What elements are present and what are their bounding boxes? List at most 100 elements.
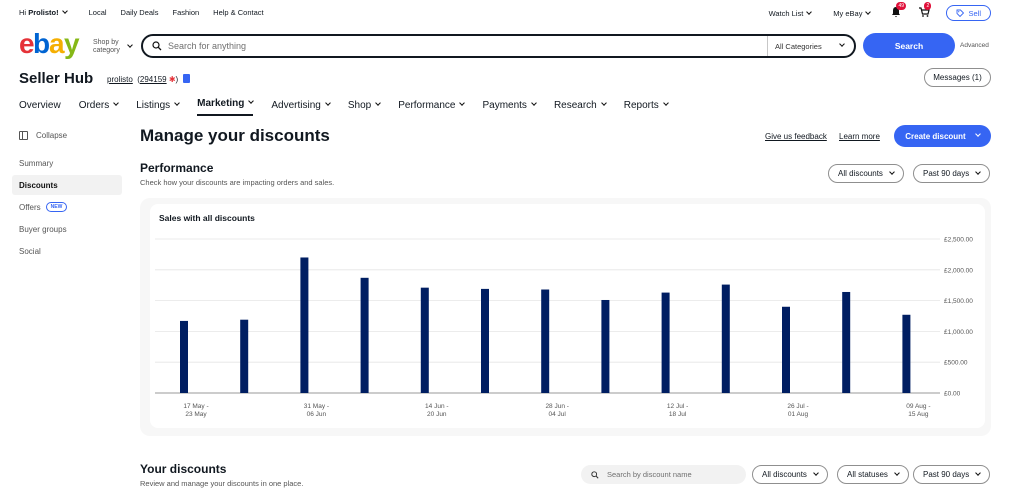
advanced-search-link[interactable]: Advanced	[960, 42, 989, 49]
collapse-sidebar-button[interactable]: Collapse	[19, 131, 67, 140]
sidebar-item-discounts[interactable]: Discounts	[12, 175, 122, 195]
period-filter-label: Past 90 days	[923, 169, 970, 178]
y-tick-label: £1,000.00	[944, 329, 973, 336]
performance-subtitle: Check how your discounts are impacting o…	[140, 178, 335, 187]
chevron-down-icon	[813, 469, 819, 476]
notifications-button[interactable]: 49	[890, 2, 907, 20]
bar	[360, 277, 369, 393]
my-ebay-menu[interactable]: My eBay	[833, 8, 872, 18]
period-filter-dropdown[interactable]: Past 90 days	[913, 164, 991, 183]
messages-button[interactable]: Messages (1)	[924, 68, 991, 87]
nav-reports[interactable]: Reports	[623, 98, 669, 112]
shop-by-line1: Shop by	[93, 39, 119, 46]
sidebar-item-label: Buyer groups	[19, 224, 67, 234]
nav-label: Payments	[482, 99, 527, 111]
link-daily-deals[interactable]: Daily Deals	[121, 8, 159, 17]
nav-orders[interactable]: Orders	[78, 98, 120, 112]
discounts-period-filter-label: Past 90 days	[923, 470, 970, 479]
sidebar-item-social[interactable]: Social	[12, 241, 122, 261]
nav-listings[interactable]: Listings	[136, 98, 180, 112]
svg-text:e: e	[19, 30, 34, 59]
sidebar-item-summary[interactable]: Summary	[12, 153, 122, 173]
chevron-down-icon	[839, 41, 845, 47]
link-help-contact[interactable]: Help & Contact	[213, 8, 263, 17]
feedback-score[interactable]: 294159	[140, 75, 167, 84]
bar	[902, 314, 911, 393]
new-badge: NEW	[45, 202, 68, 212]
chevron-down-icon	[113, 100, 120, 106]
nav-shop[interactable]: Shop	[348, 98, 382, 112]
discount-search-input[interactable]: Search by discount name	[581, 465, 746, 484]
nav-label: Reports	[623, 99, 659, 111]
x-tick-label: 12 Jul -	[667, 403, 688, 410]
search-button[interactable]: Search	[863, 33, 955, 58]
nav-label: Listings	[136, 99, 171, 111]
greeting-name: Prolisto!	[28, 8, 59, 17]
x-tick-label: 18 Jul	[669, 411, 687, 418]
chevron-down-icon	[806, 8, 813, 15]
bar	[420, 287, 429, 393]
bar	[240, 319, 249, 393]
sidebar-item-offers[interactable]: Offers NEW	[12, 197, 122, 217]
sidebar-item-label: Summary	[19, 158, 54, 168]
x-tick-label: 01 Aug	[788, 411, 809, 418]
bar	[481, 288, 489, 393]
seller-info: prolisto (294159 ✱)	[107, 74, 191, 84]
chevron-down-icon	[375, 100, 382, 106]
search-input[interactable]: Search for anything	[168, 41, 767, 51]
sidebar-item-buyer-groups[interactable]: Buyer groups	[12, 219, 122, 239]
greeting-prefix: Hi	[19, 8, 27, 17]
bar	[842, 291, 851, 393]
create-discount-label: Create discount	[905, 131, 966, 141]
discount-filter-dropdown[interactable]: All discounts	[828, 164, 904, 183]
link-local[interactable]: Local	[89, 8, 107, 17]
x-tick-label: 09 Aug -	[906, 403, 930, 410]
bar	[601, 299, 610, 393]
chevron-down-icon	[894, 469, 900, 476]
watch-list-label: Watch List	[768, 8, 804, 18]
nav-label: Orders	[78, 99, 110, 111]
discount-filter-label: All discounts	[838, 169, 883, 178]
watch-list-menu[interactable]: Watch List	[768, 8, 813, 18]
sidebar-item-label: Offers	[19, 202, 41, 212]
x-tick-label: 26 Jul -	[787, 403, 808, 410]
nav-label: Performance	[398, 99, 456, 111]
x-tick-label: 15 Aug	[908, 411, 929, 418]
discounts-period-filter-dropdown[interactable]: Past 90 days	[913, 465, 991, 484]
chevron-down-icon	[127, 42, 133, 48]
sales-bar-chart: £0.00 £500.00 £1,000.00 £1,500.00 £2,000.00 £…	[155, 237, 973, 418]
my-ebay-label: My eBay	[833, 8, 863, 18]
chevron-down-icon	[975, 469, 982, 476]
svg-text:y: y	[64, 30, 80, 59]
discount-type-filter-dropdown[interactable]: All discounts	[752, 465, 828, 484]
chevron-down-icon	[889, 168, 895, 175]
nav-marketing[interactable]: Marketing	[197, 98, 255, 116]
nav-overview[interactable]: Overview	[19, 98, 61, 112]
seller-username[interactable]: prolisto	[107, 75, 133, 84]
search-icon	[591, 470, 599, 479]
sell-button[interactable]: Sell	[946, 5, 991, 21]
give-feedback-link[interactable]: Give us feedback	[765, 132, 827, 141]
ebay-logo[interactable]: e b a y	[19, 30, 85, 60]
link-fashion[interactable]: Fashion	[172, 8, 199, 17]
nav-payments[interactable]: Payments	[482, 98, 537, 112]
bar	[782, 306, 790, 393]
category-select[interactable]: All Categories	[768, 41, 854, 51]
learn-more-link[interactable]: Learn more	[839, 132, 880, 141]
shop-by-category-button[interactable]: Shop by category	[93, 39, 120, 55]
chevron-down-icon	[61, 8, 68, 14]
nav-advertising[interactable]: Advertising	[271, 98, 331, 112]
y-tick-label: £1,500.00	[944, 298, 973, 305]
cart-button[interactable]: 2	[918, 2, 932, 20]
chevron-down-icon	[600, 100, 607, 106]
shop-by-line2: category	[93, 47, 120, 54]
nav-performance[interactable]: Performance	[398, 98, 466, 112]
greeting[interactable]: Hi Prolisto!	[19, 8, 68, 17]
notification-count-badge: 49	[896, 2, 907, 10]
status-filter-label: All statuses	[847, 470, 888, 479]
nav-research[interactable]: Research	[554, 98, 607, 112]
your-discounts-subtitle: Review and manage your discounts in one …	[140, 479, 304, 488]
create-discount-button[interactable]: Create discount	[894, 125, 991, 147]
status-filter-dropdown[interactable]: All statuses	[837, 465, 909, 484]
chart-title: Sales with all discounts	[159, 213, 255, 223]
